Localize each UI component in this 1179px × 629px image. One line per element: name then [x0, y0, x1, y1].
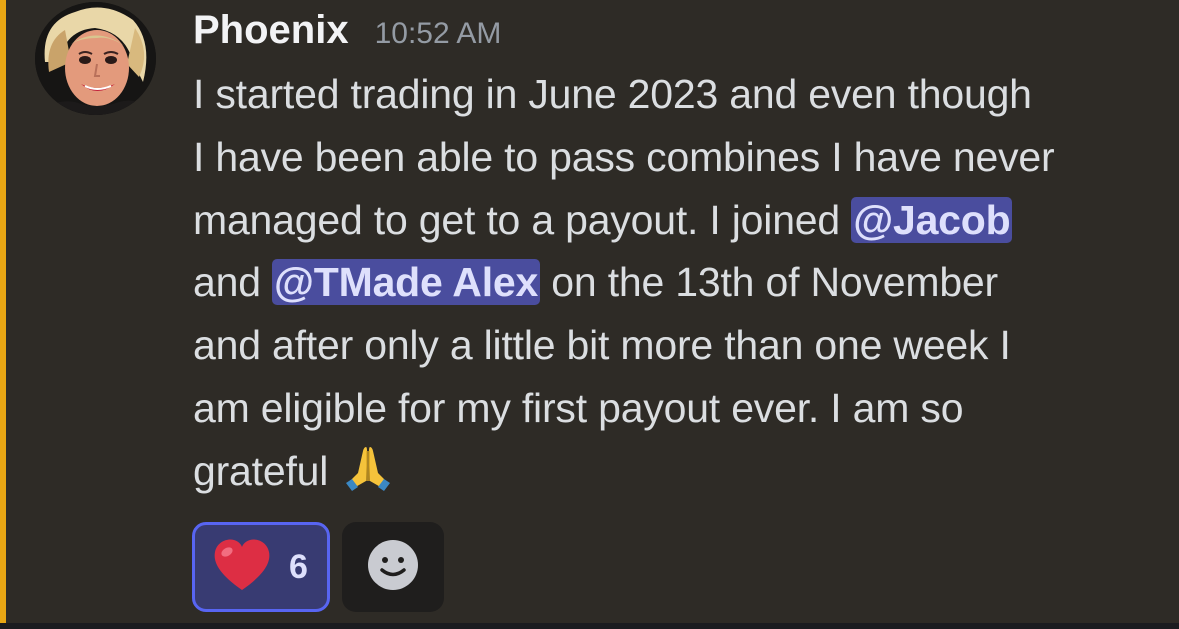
add-reaction-button[interactable] [342, 522, 444, 612]
message-text: I started trading in June 2023 and even … [193, 71, 1032, 117]
message-line: grateful [193, 440, 1168, 503]
message-text: on the 13th of November [540, 259, 998, 306]
timestamp[interactable]: 10:52 AM [375, 8, 502, 60]
message-line: managed to get to a payout. I joined @Ja… [193, 189, 1168, 252]
reaction-heart[interactable]: 6 [192, 522, 330, 612]
reactions-bar: 6 [192, 522, 444, 612]
message-content: I started trading in June 2023 and even … [193, 63, 1168, 503]
folded-hands-emoji[interactable] [344, 443, 392, 509]
user-mention-tmade-alex[interactable]: @TMade Alex [272, 259, 541, 306]
message-text: and [193, 259, 272, 306]
message-text: and after only a little bit more than on… [193, 322, 1011, 369]
message-text: am eligible for my first payout ever. I … [193, 384, 964, 431]
message-line: and after only a little bit more than on… [193, 314, 1168, 377]
message-line: am eligible for my first payout ever. I … [193, 377, 1168, 440]
reaction-count: 6 [289, 547, 308, 586]
username[interactable]: Phoenix [193, 4, 349, 56]
red-heart-emoji [213, 538, 271, 597]
avatar[interactable] [35, 2, 156, 115]
message-header: Phoenix 10:52 AM [193, 4, 501, 60]
message-line: I have been able to pass combines I have… [193, 126, 1168, 189]
message-text: I have been able to pass combines I have… [193, 133, 1055, 180]
user-mention-jacob[interactable]: @Jacob [851, 196, 1013, 243]
message-line: and @TMade Alex on the 13th of November [193, 251, 1168, 314]
highlight-accent-bar [0, 0, 6, 623]
bottom-divider [0, 623, 1179, 629]
message-text: grateful [193, 447, 329, 494]
message-text: managed to get to a payout. I joined [193, 196, 852, 243]
message-line: I started trading in June 2023 and even … [193, 63, 1168, 126]
smiley-face-icon [367, 539, 419, 596]
